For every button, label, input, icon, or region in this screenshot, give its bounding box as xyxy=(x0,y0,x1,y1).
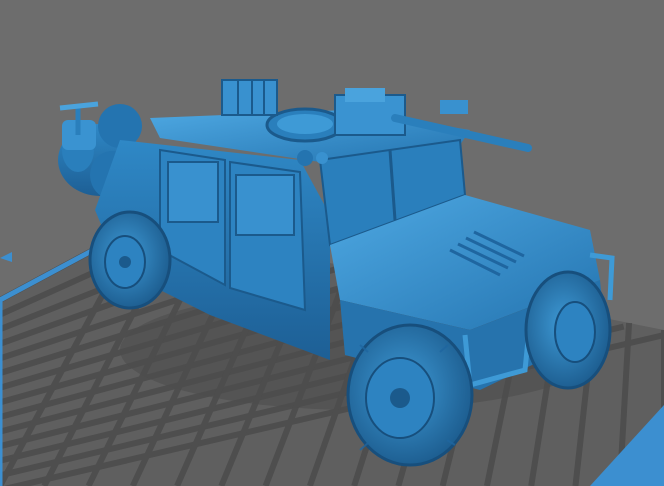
rear-wheel xyxy=(88,210,172,310)
3d-viewport[interactable] xyxy=(0,0,664,486)
viewport-scene xyxy=(0,79,664,486)
ammo-box xyxy=(221,79,278,116)
front-right-wheel xyxy=(524,270,612,390)
front-left-wheel xyxy=(346,323,474,467)
